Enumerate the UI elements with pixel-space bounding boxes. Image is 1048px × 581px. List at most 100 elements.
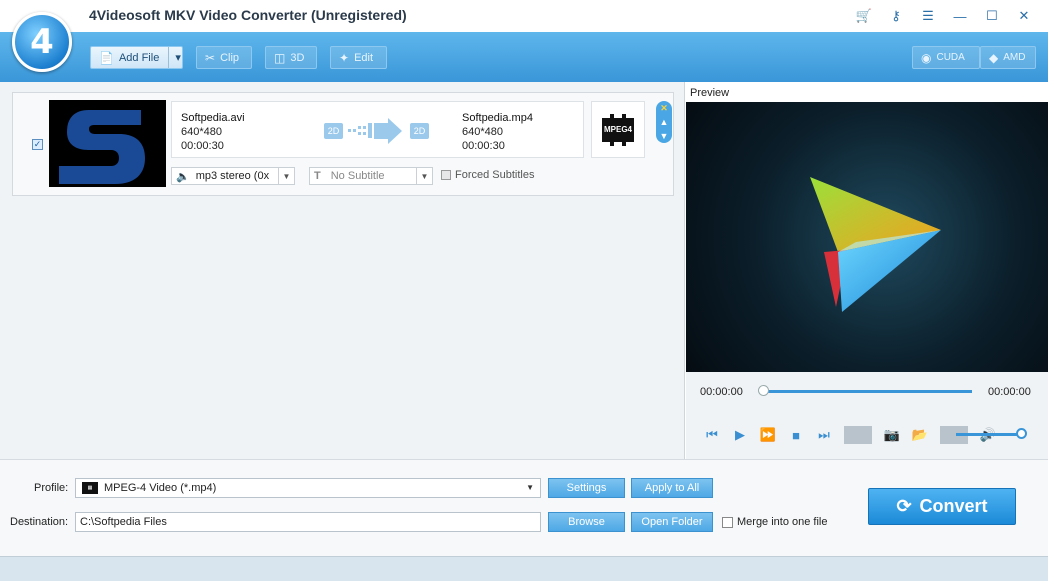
softpedia-s-logo — [49, 100, 166, 187]
window-controls: 🛒 ⚷ ☰ — ☐ ✕ — [848, 6, 1040, 26]
status-bar — [0, 556, 1048, 581]
move-up-icon[interactable]: ▲ — [660, 117, 669, 127]
profile-label: Profile: — [34, 482, 69, 494]
cuda-button[interactable]: ◉ CUDA — [912, 46, 980, 69]
stop-icon[interactable]: ■ — [782, 428, 810, 443]
source-duration: 00:00:30 — [181, 140, 224, 152]
snapshot-icon[interactable]: 📷 — [878, 427, 906, 443]
window-title: 4Videosoft MKV Video Converter (Unregist… — [89, 7, 407, 23]
amd-icon: ◆ — [989, 50, 999, 65]
file-item[interactable]: ✓ Softpedia.avi 640*480 00:00:30 2D 2D S… — [12, 92, 674, 196]
seek-handle[interactable] — [758, 385, 769, 396]
preview-logo — [810, 177, 941, 312]
add-file-button[interactable]: 📄 Add File ▾ — [90, 46, 183, 69]
seek-bar[interactable] — [762, 390, 972, 393]
menu-icon[interactable]: ☰ — [912, 6, 944, 26]
destination-input[interactable]: C:\Softpedia Files — [75, 512, 541, 532]
audio-track-select[interactable]: 🔈 mp3 stereo (0x ▼ — [171, 167, 295, 185]
audio-track-value: mp3 stereo (0x — [195, 170, 270, 182]
source-2d-badge: 2D — [324, 123, 343, 139]
3d-icon: ◫ — [274, 50, 286, 65]
output-format-button[interactable]: MPEG4 — [591, 101, 645, 158]
subtitle-select[interactable]: T No Subtitle ▼ — [309, 167, 433, 185]
close-icon[interactable]: ✕ — [1008, 6, 1040, 26]
file-info: Softpedia.avi 640*480 00:00:30 2D 2D Sof… — [171, 101, 584, 158]
output-name: Softpedia.mp4 — [462, 112, 533, 124]
3d-label: 3D — [290, 51, 305, 64]
fast-forward-icon[interactable]: ⏩ — [754, 427, 782, 443]
forced-subtitles-checkbox[interactable]: Forced Subtitles — [441, 169, 534, 181]
key-icon[interactable]: ⚷ — [880, 6, 912, 26]
output-info: Softpedia.mp4 640*480 00:00:30 — [462, 111, 533, 153]
destination-label: Destination: — [10, 516, 69, 528]
output-2d-badge: 2D — [410, 123, 429, 139]
scissors-icon: ✂ — [205, 50, 216, 65]
checkbox-box — [441, 170, 451, 180]
settings-button[interactable]: Settings — [548, 478, 625, 498]
checkbox-box — [722, 516, 733, 528]
mpeg4-film-icon: MPEG4 — [602, 113, 634, 146]
volume-handle[interactable] — [1016, 428, 1027, 439]
item-controls: ✕ ▲ ▼ — [656, 101, 672, 143]
logo-glyph: 4 — [30, 22, 54, 62]
output-resolution: 640*480 — [462, 126, 503, 138]
title-bar: 4Videosoft MKV Video Converter (Unregist… — [0, 0, 1048, 32]
total-time: 00:00:00 — [988, 386, 1031, 398]
clip-label: Clip — [220, 51, 240, 64]
move-down-icon[interactable]: ▼ — [660, 131, 669, 141]
app-logo: 4 — [12, 12, 72, 72]
cart-icon[interactable]: 🛒 — [848, 6, 880, 26]
chevron-down-icon: ▼ — [416, 168, 432, 184]
3d-button[interactable]: ◫ 3D — [265, 46, 317, 69]
preview-label: Preview — [690, 87, 730, 99]
forced-subtitles-label: Forced Subtitles — [455, 169, 535, 181]
divider — [844, 426, 872, 444]
player-controls: 00:00:00 00:00:00 ⏮ ▶ ⏩ ■ ⏭ 📷 📂 🔊 — [686, 372, 1048, 459]
speaker-icon: 🔈 — [176, 170, 190, 183]
folder-icon[interactable]: 📂 — [906, 427, 934, 443]
play-icon[interactable]: ▶ — [726, 427, 754, 443]
file-checkbox[interactable]: ✓ — [32, 139, 43, 150]
source-name: Softpedia.avi — [181, 112, 245, 124]
add-file-dropdown-icon[interactable]: ▾ — [168, 47, 181, 68]
chevron-down-icon: ▼ — [526, 483, 534, 492]
edit-button[interactable]: ✦ Edit — [330, 46, 387, 69]
apply-to-all-button[interactable]: Apply to All — [631, 478, 713, 498]
profile-select[interactable]: ▦ MPEG-4 Video (*.mp4) ▼ — [75, 478, 541, 498]
nvidia-icon: ◉ — [921, 50, 932, 65]
cuda-label: CUDA — [936, 52, 965, 63]
merge-checkbox[interactable]: Merge into one file — [722, 516, 828, 528]
next-icon[interactable]: ⏭ — [810, 427, 838, 443]
source-info: Softpedia.avi 640*480 00:00:30 — [181, 111, 245, 153]
convert-button[interactable]: ⟳ Convert — [868, 488, 1016, 525]
chevron-down-icon: ▼ — [278, 168, 294, 184]
conversion-arrow: 2D 2D — [324, 116, 434, 146]
add-file-icon: 📄 — [99, 50, 114, 65]
volume-slider[interactable] — [956, 433, 1022, 436]
source-resolution: 640*480 — [181, 126, 222, 138]
amd-label: AMD — [1003, 52, 1026, 63]
amd-button[interactable]: ◆ AMD — [980, 46, 1036, 69]
previous-icon[interactable]: ⏮ — [698, 427, 726, 443]
refresh-icon: ⟳ — [896, 496, 912, 516]
clip-button[interactable]: ✂ Clip — [196, 46, 252, 69]
remove-icon[interactable]: ✕ — [660, 103, 668, 114]
video-thumbnail — [49, 100, 166, 187]
convert-label: Convert — [919, 496, 988, 516]
preview-screen — [686, 102, 1048, 372]
toolbar: 📄 Add File ▾ ✂ Clip ◫ 3D ✦ Edit ◉ CUDA ◆… — [0, 32, 1048, 82]
sparkle-icon: ✦ — [339, 50, 350, 65]
minimize-icon[interactable]: — — [944, 6, 976, 26]
maximize-icon[interactable]: ☐ — [976, 6, 1008, 26]
subtitle-value: No Subtitle — [330, 170, 385, 182]
text-icon: T — [314, 170, 321, 182]
browse-button[interactable]: Browse — [548, 512, 625, 532]
output-duration: 00:00:30 — [462, 140, 505, 152]
current-time: 00:00:00 — [700, 386, 743, 398]
merge-label: Merge into one file — [737, 516, 828, 528]
mpeg4-icon: ▦ — [82, 482, 98, 494]
profile-value: MPEG-4 Video (*.mp4) — [104, 482, 217, 494]
open-folder-button[interactable]: Open Folder — [631, 512, 713, 532]
file-list: ✓ Softpedia.avi 640*480 00:00:30 2D 2D S… — [0, 82, 685, 459]
arrow-icon — [348, 118, 402, 144]
